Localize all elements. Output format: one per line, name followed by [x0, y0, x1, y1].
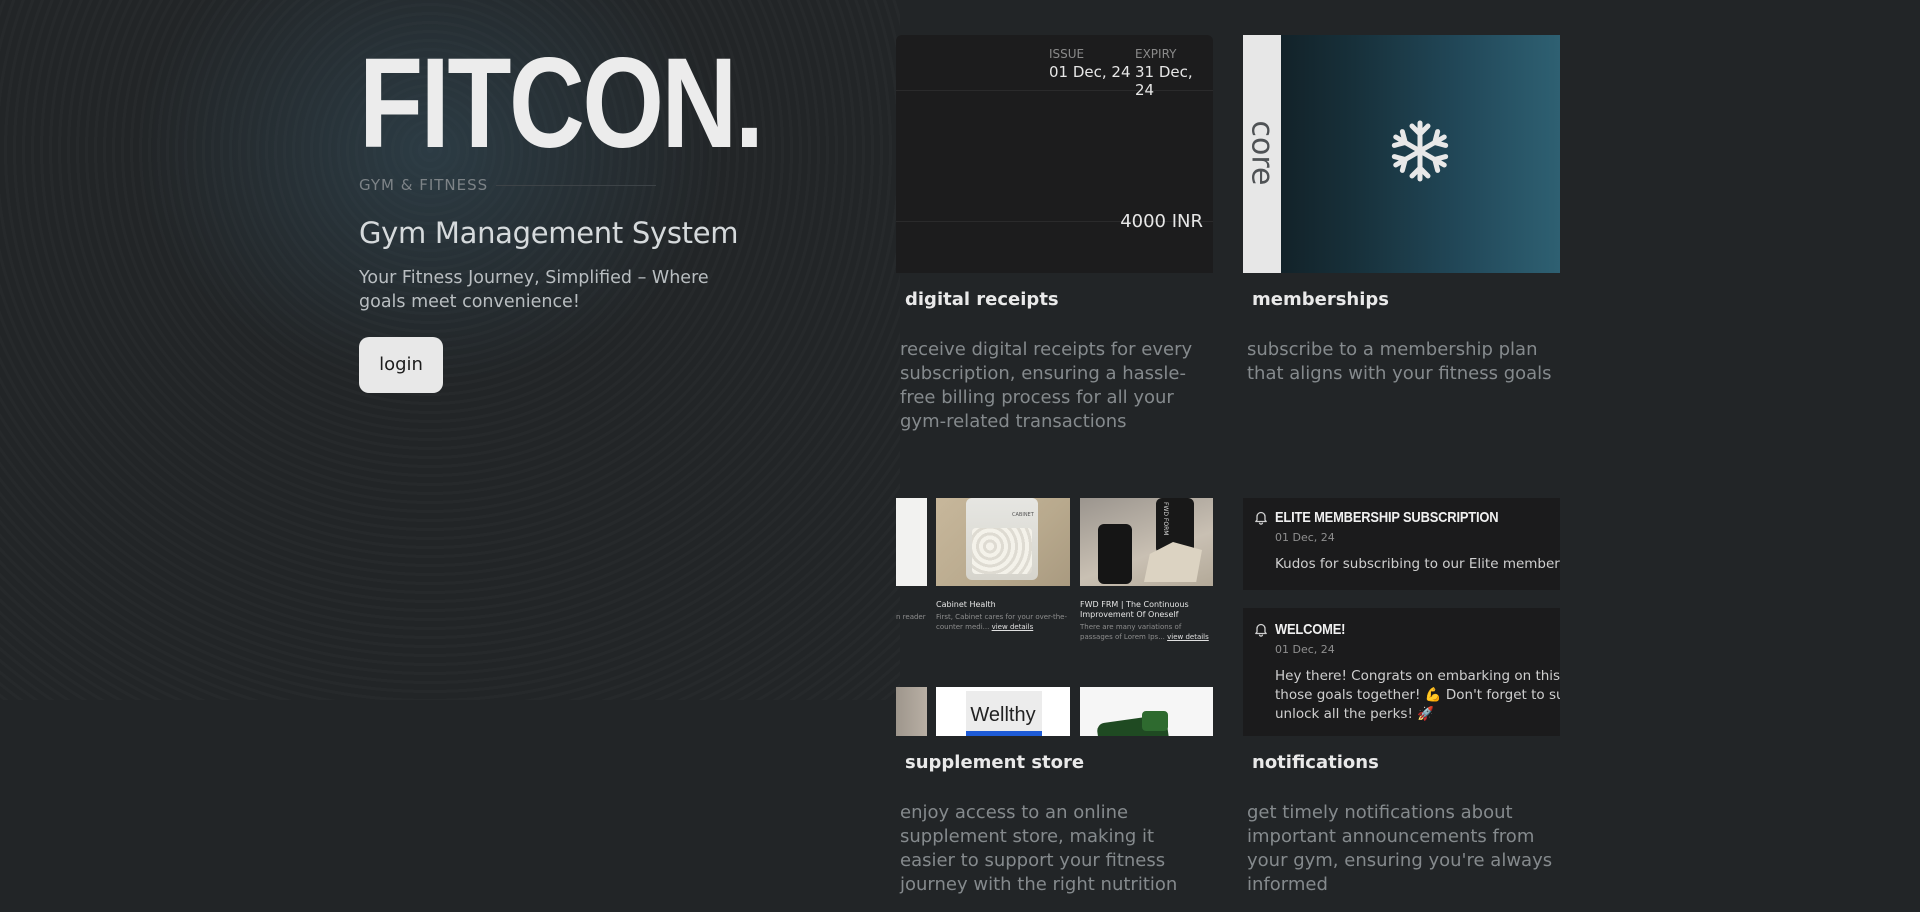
green-cap	[1142, 711, 1168, 731]
notification-line: unlock all the perks! 🚀	[1275, 706, 1434, 722]
product-image-fwd[interactable]: FWD FORM	[1080, 498, 1213, 586]
notification-line: Hey there! Congrats on embarking on this…	[1275, 668, 1560, 684]
product-image-wellthy[interactable]: Wellthy	[936, 687, 1070, 736]
product-text-partial: n reader	[896, 613, 926, 621]
page-title: Gym Management System	[359, 216, 739, 250]
memberships-description: subscribe to a membership plan that alig…	[1247, 339, 1552, 384]
membership-strip: core	[1243, 35, 1281, 273]
product-name: Cabinet Health	[936, 600, 996, 609]
product-image-cabinet[interactable]: CABINET	[936, 498, 1070, 586]
expiry-label: EXPIRY	[1135, 47, 1177, 61]
notification-title: ELITE MEMBERSHIP SUBSCRIPTION	[1275, 509, 1499, 526]
notification-body: Kudos for subscribing to our Elite membe…	[1275, 555, 1560, 574]
notification-body: Hey there! Congrats on embarking on this…	[1275, 667, 1560, 724]
product-image[interactable]	[896, 687, 927, 736]
issue-date: 01 Dec, 24	[1049, 63, 1131, 81]
hero: FITCON. GYM & FITNESS Gym Management Sys…	[359, 40, 799, 393]
receipt-amount: 4000 INR	[1120, 211, 1203, 232]
issue-label: ISSUE	[1049, 47, 1085, 61]
notification-date: 01 Dec, 24	[1275, 531, 1335, 544]
product-description: First, Cabinet cares for your over-the-c…	[936, 612, 1070, 632]
wellthy-label: Wellthy	[970, 704, 1036, 726]
notifications-title: notifications	[1252, 752, 1379, 773]
notification-line: those goals together! 💪 Don't forget to …	[1275, 687, 1560, 703]
membership-plan-label: core	[1244, 120, 1280, 186]
jar-label: FWD FORM	[1162, 502, 1169, 536]
product-description: There are many variations of passages of…	[1080, 622, 1213, 642]
notification-item[interactable]: ELITE MEMBERSHIP SUBSCRIPTION 01 Dec, 24…	[1243, 498, 1560, 590]
store-description: enjoy access to an online supplement sto…	[900, 802, 1178, 895]
notification-date: 01 Dec, 24	[1275, 643, 1335, 656]
notification-item[interactable]: WELCOME! 01 Dec, 24 Hey there! Congrats …	[1243, 608, 1560, 736]
notifications-preview: ELITE MEMBERSHIP SUBSCRIPTION 01 Dec, 24…	[1243, 498, 1560, 736]
receipt-expiry: EXPIRY 31 Dec, 24	[1135, 47, 1213, 99]
receipts-description: receive digital receipts for every subsc…	[900, 339, 1193, 432]
notification-line: Kudos for subscribing to our Elite membe…	[1275, 556, 1560, 572]
snowflake-icon	[1387, 118, 1453, 188]
fitcon-logo: FITCON.	[359, 32, 764, 175]
memberships-title: memberships	[1252, 289, 1389, 310]
supplement-store-preview: n reader CABINET Cabinet Health First, C…	[896, 498, 1213, 736]
product-image	[896, 498, 927, 586]
membership-card-preview: core	[1243, 35, 1560, 273]
receipt-preview: ISSUE 01 Dec, 24 EXPIRY 31 Dec, 24 4000 …	[896, 35, 1213, 273]
tagline-row: GYM & FITNESS	[359, 176, 799, 194]
expiry-date: 31 Dec, 24	[1135, 63, 1193, 99]
stone	[1144, 542, 1202, 582]
bell-icon	[1254, 622, 1268, 641]
receipt-issue: ISSUE 01 Dec, 24	[1049, 47, 1131, 81]
hero-subtitle: Your Fitness Journey, Simplified – Where…	[359, 268, 709, 312]
tagline: GYM & FITNESS	[359, 176, 489, 194]
pills	[972, 528, 1032, 574]
view-details-link[interactable]: view details	[1167, 633, 1209, 641]
jar-label: CABINET	[1012, 512, 1034, 518]
wellthy-stripe	[966, 731, 1042, 736]
store-title: supplement store	[905, 752, 1085, 773]
login-button[interactable]: login	[359, 337, 443, 393]
receipts-title: digital receipts	[905, 289, 1059, 310]
product-name: FWD FRM | The Continuous Improvement Of …	[1080, 600, 1189, 619]
black-jar	[1098, 524, 1132, 584]
tagline-divider	[496, 184, 657, 186]
notifications-description: get timely notifications about important…	[1247, 802, 1553, 895]
view-details-link[interactable]: view details	[992, 623, 1034, 631]
notification-title: WELCOME!	[1275, 621, 1346, 638]
bell-icon	[1254, 510, 1268, 529]
product-image-green[interactable]	[1080, 687, 1213, 736]
